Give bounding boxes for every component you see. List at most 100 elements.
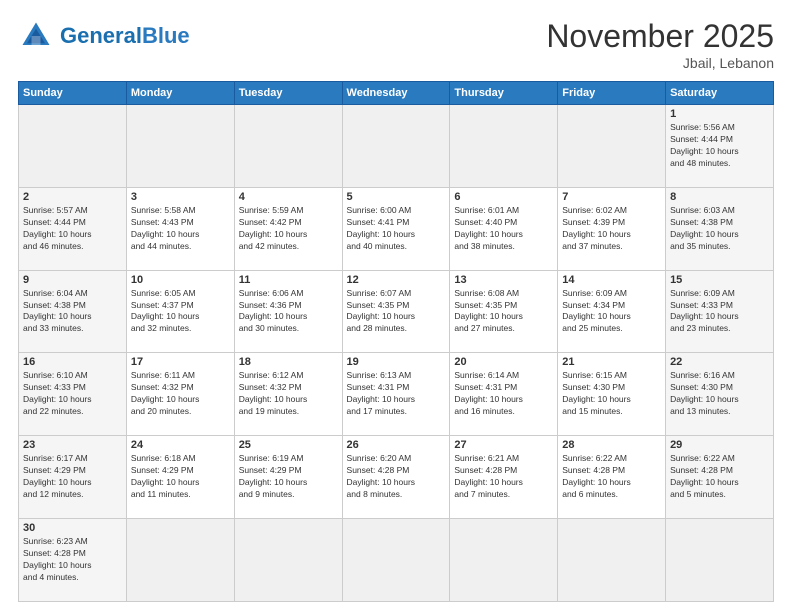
day-info: Sunrise: 6:04 AM Sunset: 4:38 PM Dayligh…: [23, 288, 122, 336]
day-cell-2: 2Sunrise: 5:57 AM Sunset: 4:44 PM Daylig…: [19, 187, 127, 270]
day-cell-30: 30Sunrise: 6:23 AM Sunset: 4:28 PM Dayli…: [19, 519, 127, 602]
day-cell-20: 20 Sunrise: 6:14 AM Sunset: 4:31 PM Dayli…: [450, 353, 558, 436]
day-info: Sunrise: 5:59 AM Sunset: 4:42 PM Dayligh…: [239, 205, 338, 253]
weekday-header-friday: Friday: [558, 82, 666, 105]
header: GeneralBlue November 2025 Jbail, Lebanon: [18, 18, 774, 71]
day-cell-18: 18 Sunrise: 6:12 AM Sunset: 4:32 PM Dayli…: [234, 353, 342, 436]
empty-cell: [19, 105, 127, 188]
day-number: 1: [670, 108, 769, 120]
weekday-header-monday: Monday: [126, 82, 234, 105]
day-number: 12: [347, 274, 446, 286]
day-number: 22: [670, 356, 769, 368]
day-info: Sunrise: 6:19 AM Sunset: 4:29 PM Dayligh…: [239, 453, 338, 501]
empty-cell: [342, 105, 450, 188]
day-cell-16: 16 Sunrise: 6:10 AM Sunset: 4:33 PM Dayli…: [19, 353, 127, 436]
day-cell-6: 6 Sunrise: 6:01 AM Sunset: 4:40 PM Daylig…: [450, 187, 558, 270]
day-number: 10: [131, 274, 230, 286]
empty-cell: [234, 519, 342, 602]
day-cell-25: 25 Sunrise: 6:19 AM Sunset: 4:29 PM Dayli…: [234, 436, 342, 519]
day-info: Sunrise: 6:16 AM Sunset: 4:30 PM Dayligh…: [670, 370, 769, 418]
day-cell-14: 14Sunrise: 6:09 AM Sunset: 4:34 PM Dayli…: [558, 270, 666, 353]
empty-cell: [450, 105, 558, 188]
day-number: 28: [562, 439, 661, 451]
day-info: Sunrise: 6:17 AM Sunset: 4:29 PM Dayligh…: [23, 453, 122, 501]
day-cell-7: 7 Sunrise: 6:02 AM Sunset: 4:39 PM Daylig…: [558, 187, 666, 270]
day-number: 5: [347, 191, 446, 203]
weekday-header-tuesday: Tuesday: [234, 82, 342, 105]
logo-icon: [18, 18, 54, 54]
day-cell-9: 9 Sunrise: 6:04 AM Sunset: 4:38 PM Daylig…: [19, 270, 127, 353]
logo: GeneralBlue: [18, 18, 190, 54]
empty-cell: [558, 519, 666, 602]
day-cell-29: 29 Sunrise: 6:22 AM Sunset: 4:28 PM Dayli…: [666, 436, 774, 519]
week-row-3: 9 Sunrise: 6:04 AM Sunset: 4:38 PM Daylig…: [19, 270, 774, 353]
logo-text: GeneralBlue: [60, 25, 190, 48]
day-info: Sunrise: 6:20 AM Sunset: 4:28 PM Dayligh…: [347, 453, 446, 501]
day-number: 7: [562, 191, 661, 203]
empty-cell: [126, 519, 234, 602]
day-info: Sunrise: 6:10 AM Sunset: 4:33 PM Dayligh…: [23, 370, 122, 418]
day-number: 25: [239, 439, 338, 451]
day-info: Sunrise: 6:12 AM Sunset: 4:32 PM Dayligh…: [239, 370, 338, 418]
day-info: Sunrise: 6:15 AM Sunset: 4:30 PM Dayligh…: [562, 370, 661, 418]
day-number: 13: [454, 274, 553, 286]
empty-cell: [234, 105, 342, 188]
day-cell-17: 17 Sunrise: 6:11 AM Sunset: 4:32 PM Dayli…: [126, 353, 234, 436]
day-cell-19: 19Sunrise: 6:13 AM Sunset: 4:31 PM Dayli…: [342, 353, 450, 436]
empty-cell: [342, 519, 450, 602]
day-info: Sunrise: 6:09 AM Sunset: 4:33 PM Dayligh…: [670, 288, 769, 336]
day-info: Sunrise: 6:03 AM Sunset: 4:38 PM Dayligh…: [670, 205, 769, 253]
day-number: 9: [23, 274, 122, 286]
day-info: Sunrise: 6:02 AM Sunset: 4:39 PM Dayligh…: [562, 205, 661, 253]
day-number: 17: [131, 356, 230, 368]
day-cell-28: 28 Sunrise: 6:22 AM Sunset: 4:28 PM Dayli…: [558, 436, 666, 519]
day-number: 8: [670, 191, 769, 203]
month-title: November 2025: [546, 18, 774, 55]
day-cell-12: 12 Sunrise: 6:07 AM Sunset: 4:35 PM Dayli…: [342, 270, 450, 353]
location: Jbail, Lebanon: [546, 55, 774, 71]
day-number: 18: [239, 356, 338, 368]
day-number: 3: [131, 191, 230, 203]
day-cell-26: 26 Sunrise: 6:20 AM Sunset: 4:28 PM Dayli…: [342, 436, 450, 519]
calendar-table: SundayMondayTuesdayWednesdayThursdayFrid…: [18, 81, 774, 602]
day-cell-27: 27Sunrise: 6:21 AM Sunset: 4:28 PM Dayli…: [450, 436, 558, 519]
day-info: Sunrise: 6:11 AM Sunset: 4:32 PM Dayligh…: [131, 370, 230, 418]
day-cell-21: 21 Sunrise: 6:15 AM Sunset: 4:30 PM Dayli…: [558, 353, 666, 436]
weekday-header-wednesday: Wednesday: [342, 82, 450, 105]
day-cell-1: 1Sunrise: 5:56 AM Sunset: 4:44 PM Daylig…: [666, 105, 774, 188]
day-number: 21: [562, 356, 661, 368]
weekday-header-row: SundayMondayTuesdayWednesdayThursdayFrid…: [19, 82, 774, 105]
day-cell-13: 13 Sunrise: 6:08 AM Sunset: 4:35 PM Dayli…: [450, 270, 558, 353]
day-info: Sunrise: 6:18 AM Sunset: 4:29 PM Dayligh…: [131, 453, 230, 501]
day-info: Sunrise: 6:22 AM Sunset: 4:28 PM Dayligh…: [562, 453, 661, 501]
day-cell-4: 4Sunrise: 5:59 AM Sunset: 4:42 PM Daylig…: [234, 187, 342, 270]
day-info: Sunrise: 6:07 AM Sunset: 4:35 PM Dayligh…: [347, 288, 446, 336]
day-info: Sunrise: 6:09 AM Sunset: 4:34 PM Dayligh…: [562, 288, 661, 336]
day-info: Sunrise: 6:01 AM Sunset: 4:40 PM Dayligh…: [454, 205, 553, 253]
day-info: Sunrise: 6:22 AM Sunset: 4:28 PM Dayligh…: [670, 453, 769, 501]
empty-cell: [666, 519, 774, 602]
day-cell-5: 5Sunrise: 6:00 AM Sunset: 4:41 PM Daylig…: [342, 187, 450, 270]
day-number: 16: [23, 356, 122, 368]
week-row-5: 23 Sunrise: 6:17 AM Sunset: 4:29 PM Dayli…: [19, 436, 774, 519]
empty-cell: [558, 105, 666, 188]
day-number: 26: [347, 439, 446, 451]
week-row-1: 1Sunrise: 5:56 AM Sunset: 4:44 PM Daylig…: [19, 105, 774, 188]
empty-cell: [450, 519, 558, 602]
day-cell-15: 15Sunrise: 6:09 AM Sunset: 4:33 PM Dayli…: [666, 270, 774, 353]
day-info: Sunrise: 6:14 AM Sunset: 4:31 PM Dayligh…: [454, 370, 553, 418]
empty-cell: [126, 105, 234, 188]
day-cell-3: 3Sunrise: 5:58 AM Sunset: 4:43 PM Daylig…: [126, 187, 234, 270]
day-info: Sunrise: 5:57 AM Sunset: 4:44 PM Dayligh…: [23, 205, 122, 253]
day-cell-23: 23 Sunrise: 6:17 AM Sunset: 4:29 PM Dayli…: [19, 436, 127, 519]
day-info: Sunrise: 6:06 AM Sunset: 4:36 PM Dayligh…: [239, 288, 338, 336]
day-number: 23: [23, 439, 122, 451]
day-number: 29: [670, 439, 769, 451]
day-cell-22: 22 Sunrise: 6:16 AM Sunset: 4:30 PM Dayli…: [666, 353, 774, 436]
day-info: Sunrise: 6:21 AM Sunset: 4:28 PM Dayligh…: [454, 453, 553, 501]
day-number: 6: [454, 191, 553, 203]
day-number: 20: [454, 356, 553, 368]
calendar-page: GeneralBlue November 2025 Jbail, Lebanon…: [0, 0, 792, 612]
day-info: Sunrise: 6:08 AM Sunset: 4:35 PM Dayligh…: [454, 288, 553, 336]
day-cell-10: 10Sunrise: 6:05 AM Sunset: 4:37 PM Dayli…: [126, 270, 234, 353]
